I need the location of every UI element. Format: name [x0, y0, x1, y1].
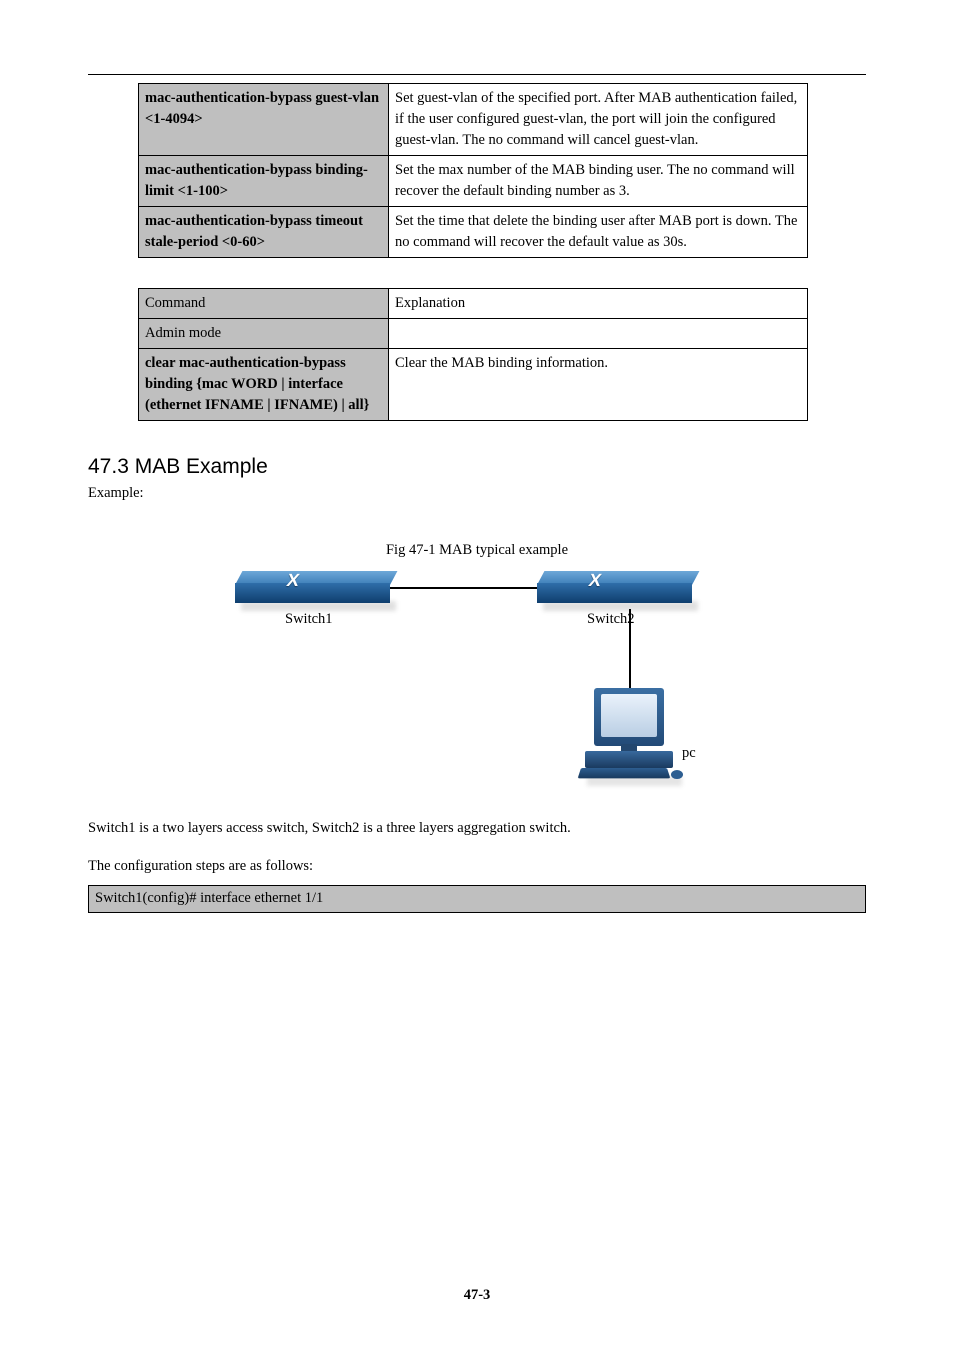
example-label: Example: [88, 485, 866, 502]
code-block: Switch1(config)# interface ethernet 1/1 [88, 885, 866, 913]
figure-caption: Fig 47-1 MAB typical example [88, 542, 866, 559]
code-line: Switch1(config)# interface ethernet 1/1 [95, 890, 323, 906]
body-paragraph: Switch1 is a two layers access switch, S… [88, 818, 866, 840]
top-rule [88, 74, 866, 75]
explanation-cell: Set the time that delete the binding use… [389, 207, 808, 258]
section-heading: 47.3 MAB Example [88, 455, 866, 479]
mode-cell-right [389, 319, 808, 349]
command-cell: mac-authentication-bypass timeout stale-… [139, 207, 389, 258]
config-steps-heading: The configuration steps are as follows: [88, 858, 866, 875]
header-command: Command [139, 289, 389, 319]
command-cell: clear mac-authentication-bypass binding … [139, 349, 389, 421]
table-row: mac-authentication-bypass timeout stale-… [139, 207, 808, 258]
page-number: 47-3 [0, 1287, 954, 1304]
explanation-cell: Set the max number of the MAB binding us… [389, 156, 808, 207]
network-diagram: X Switch1 X Switch2 pc [227, 565, 727, 792]
switch2-label: Switch2 [587, 611, 635, 628]
explanation-cell: Set guest-vlan of the specified port. Af… [389, 84, 808, 156]
mode-cell: Admin mode [139, 319, 389, 349]
switch1-label: Switch1 [285, 611, 333, 628]
explanation-cell: Clear the MAB binding information. [389, 349, 808, 421]
pc-label: pc [682, 745, 696, 762]
switch-icon: X [235, 571, 390, 613]
link-line-horizontal [382, 587, 537, 589]
table-row: mac-authentication-bypass guest-vlan <1-… [139, 84, 808, 156]
pc-icon [577, 688, 687, 783]
config-table-1: mac-authentication-bypass guest-vlan <1-… [138, 83, 808, 258]
switch-icon: X [537, 571, 692, 613]
config-table-2: Command Explanation Admin mode clear mac… [138, 288, 808, 421]
table-row: mac-authentication-bypass binding-limit … [139, 156, 808, 207]
table-header-row: Command Explanation [139, 289, 808, 319]
table-row: clear mac-authentication-bypass binding … [139, 349, 808, 421]
table-mode-row: Admin mode [139, 319, 808, 349]
command-cell: mac-authentication-bypass binding-limit … [139, 156, 389, 207]
header-explanation: Explanation [389, 289, 808, 319]
command-cell: mac-authentication-bypass guest-vlan <1-… [139, 84, 389, 156]
